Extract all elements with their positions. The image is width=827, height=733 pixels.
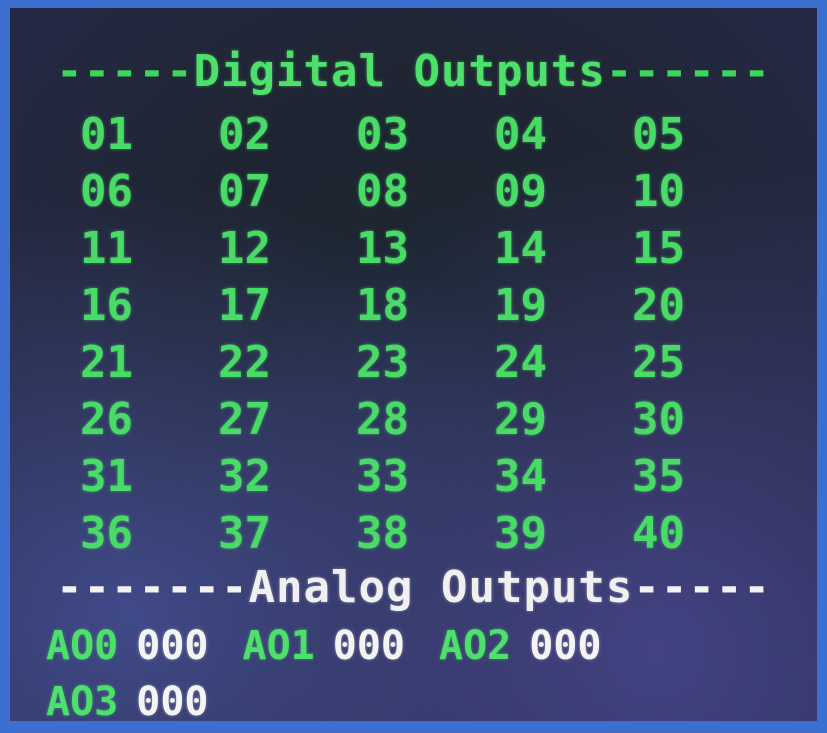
digital-output-37: 37 <box>218 508 271 559</box>
analog-row: AO0 000 AO1 000 AO2 000 <box>46 618 806 674</box>
digital-output-22: 22 <box>218 337 271 388</box>
digital-output-09: 09 <box>494 166 547 217</box>
digital-output-15: 15 <box>632 223 685 274</box>
analog-outputs-list: AO0 000 AO1 000 AO2 000 AO3 000 <box>46 618 806 721</box>
digital-output-14: 14 <box>494 223 547 274</box>
digital-output-40: 40 <box>632 508 685 559</box>
digital-output-24: 24 <box>494 337 547 388</box>
digital-output-38: 38 <box>356 508 409 559</box>
digital-output-12: 12 <box>218 223 271 274</box>
header-right-dashes: ------ <box>605 46 771 97</box>
digital-output-30: 30 <box>632 394 685 445</box>
analog-outputs-title: Analog Outputs <box>248 562 634 613</box>
digital-output-39: 39 <box>494 508 547 559</box>
analog-output-label: AO0 <box>46 623 119 669</box>
analog-outputs-header: -------Analog Outputs----- <box>10 566 817 610</box>
digital-output-31: 31 <box>80 451 133 502</box>
digital-output-25: 25 <box>632 337 685 388</box>
digital-output-20: 20 <box>632 280 685 331</box>
digital-output-36: 36 <box>80 508 133 559</box>
digital-output-17: 17 <box>218 280 271 331</box>
digital-output-05: 05 <box>632 109 685 160</box>
display-frame: -----Digital Outputs------ 01 02 03 04 0… <box>0 0 827 733</box>
digital-output-28: 28 <box>356 394 409 445</box>
analog-output-label: AO1 <box>242 623 315 669</box>
digital-output-11: 11 <box>80 223 133 274</box>
analog-row: AO3 000 <box>46 674 806 721</box>
digital-output-08: 08 <box>356 166 409 217</box>
header-left-dashes: ------- <box>56 562 249 613</box>
digital-output-32: 32 <box>218 451 271 502</box>
digital-output-19: 19 <box>494 280 547 331</box>
digital-output-03: 03 <box>356 109 409 160</box>
digital-output-04: 04 <box>494 109 547 160</box>
digital-output-33: 33 <box>356 451 409 502</box>
header-left-dashes: ----- <box>56 46 194 97</box>
header-right-dashes: ----- <box>633 562 771 613</box>
analog-output-label: AO2 <box>439 623 512 669</box>
digital-output-18: 18 <box>356 280 409 331</box>
digital-output-02: 02 <box>218 109 271 160</box>
digital-outputs-title: Digital Outputs <box>193 46 606 97</box>
digital-output-34: 34 <box>494 451 547 502</box>
digital-output-27: 27 <box>218 394 271 445</box>
analog-output-label: AO3 <box>46 679 119 721</box>
digital-output-07: 07 <box>218 166 271 217</box>
digital-output-26: 26 <box>80 394 133 445</box>
digital-output-29: 29 <box>494 394 547 445</box>
analog-output-value: 000 <box>529 623 602 669</box>
digital-output-01: 01 <box>80 109 133 160</box>
digital-output-13: 13 <box>356 223 409 274</box>
digital-output-16: 16 <box>80 280 133 331</box>
digital-output-10: 10 <box>632 166 685 217</box>
digital-outputs-header: -----Digital Outputs------ <box>10 50 817 94</box>
lcd-screen: -----Digital Outputs------ 01 02 03 04 0… <box>10 8 817 721</box>
analog-output-value: 000 <box>136 679 209 721</box>
analog-output-value: 000 <box>332 623 405 669</box>
digital-output-23: 23 <box>356 337 409 388</box>
digital-output-35: 35 <box>632 451 685 502</box>
digital-outputs-grid: 01 02 03 04 05 06 07 08 09 10 11 12 13 1… <box>72 106 762 562</box>
digital-output-21: 21 <box>80 337 133 388</box>
digital-output-06: 06 <box>80 166 133 217</box>
analog-output-value: 000 <box>136 623 209 669</box>
